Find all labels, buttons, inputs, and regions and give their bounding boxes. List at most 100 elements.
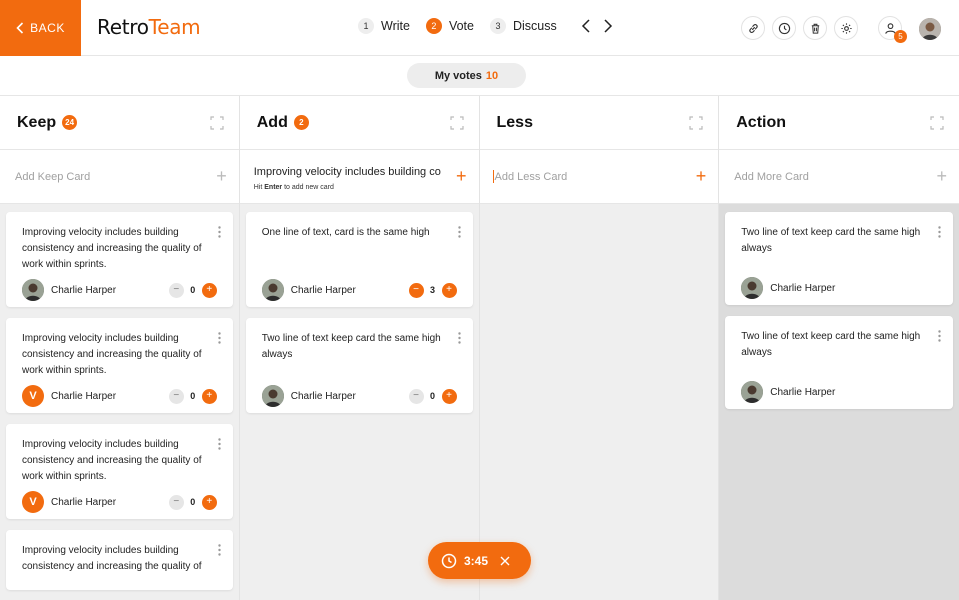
column-header: Less (479, 96, 719, 150)
toolbar (741, 16, 858, 40)
back-label: BACK (30, 21, 65, 35)
card[interactable]: One line of text, card is the same high … (245, 212, 473, 307)
card[interactable]: Two line of text keep card the same high… (725, 316, 953, 409)
more-vertical-icon[interactable] (938, 226, 941, 238)
my-votes-label: My votes (434, 69, 482, 82)
avatar: V (22, 385, 44, 407)
plus-icon[interactable]: + (216, 167, 227, 185)
card[interactable]: Improving velocity includes building con… (6, 212, 233, 307)
column-title: Keep (17, 113, 57, 131)
logo: RetroTeam (97, 15, 201, 39)
card-author: Charlie Harper (770, 282, 836, 294)
votes-bar: My votes 10 (0, 56, 959, 96)
card[interactable]: Two line of text keep card the same high… (725, 212, 953, 305)
close-icon[interactable] (500, 556, 510, 566)
chevron-right-icon[interactable] (603, 19, 613, 33)
more-vertical-icon[interactable] (457, 332, 461, 344)
add-card-row[interactable]: Add Less Card + (479, 150, 719, 204)
card[interactable]: Improving velocity includes building con… (6, 530, 233, 590)
step-number: 3 (489, 18, 506, 34)
vote-plus-button[interactable]: + (201, 282, 217, 298)
step-vote[interactable]: 2 Vote (425, 18, 474, 34)
vote-plus-button[interactable]: + (441, 282, 457, 298)
column-keep: Keep 24 Add Keep Card + Improving veloci… (0, 96, 240, 600)
more-vertical-icon[interactable] (218, 438, 221, 450)
step-label: Discuss (512, 19, 557, 33)
vote-count: 3 (429, 285, 435, 295)
link-icon (748, 23, 758, 33)
clock-icon (441, 553, 457, 568)
column-header: Keep 24 (0, 96, 239, 150)
expand-icon[interactable] (689, 116, 703, 130)
step-label: Write (381, 19, 410, 33)
link-button[interactable] (741, 16, 765, 40)
vote-plus-button[interactable]: + (201, 388, 217, 404)
card-text: One line of text, card is the same high (261, 227, 430, 238)
add-card-input[interactable]: Add Less Card (495, 171, 568, 183)
vote-count: 0 (190, 497, 196, 507)
plus-icon[interactable]: + (456, 167, 467, 185)
avatar (741, 277, 764, 299)
more-vertical-icon[interactable] (218, 226, 221, 238)
add-card-input[interactable]: Improving velocity includes building co (254, 166, 444, 178)
vote-control: − 0 + (168, 494, 217, 510)
participants-button[interactable]: 5 (878, 16, 907, 43)
more-vertical-icon[interactable] (218, 332, 221, 344)
vote-control: − 3 + (408, 282, 457, 298)
more-vertical-icon[interactable] (218, 544, 221, 556)
avatar (22, 279, 44, 301)
add-card-row[interactable]: Add More Card + (719, 150, 959, 204)
vote-control: − 0 + (168, 282, 217, 298)
settings-button[interactable] (834, 16, 858, 40)
more-vertical-icon[interactable] (938, 330, 941, 342)
vote-minus-button[interactable]: − (168, 494, 184, 510)
step-label: Vote (448, 19, 474, 33)
avatar (261, 385, 284, 407)
column-less: Less Add Less Card + (479, 96, 720, 600)
add-card-hint: Hit Enter to add new card (253, 184, 334, 191)
vote-minus-button[interactable]: − (408, 282, 424, 298)
plus-icon[interactable]: + (936, 167, 947, 185)
more-vertical-icon[interactable] (457, 226, 461, 238)
chevron-left-icon[interactable] (581, 19, 591, 33)
board: Keep 24 Add Keep Card + Improving veloci… (0, 96, 959, 600)
add-card-row[interactable]: Add Keep Card + (0, 150, 239, 204)
step-number: 2 (425, 18, 442, 34)
expand-icon[interactable] (210, 116, 224, 130)
add-card-row[interactable]: Improving velocity includes building co … (239, 150, 479, 204)
vote-minus-button[interactable]: − (408, 388, 424, 404)
top-bar: BACK RetroTeam 1 Write 2 Vote 3 Discuss (0, 0, 959, 56)
current-user-avatar[interactable] (919, 18, 941, 40)
vote-plus-button[interactable]: + (201, 494, 217, 510)
card[interactable]: Improving velocity includes building con… (6, 424, 233, 519)
text-caret (492, 170, 494, 183)
delete-button[interactable] (803, 16, 827, 40)
trash-icon (811, 23, 819, 34)
vote-minus-button[interactable]: − (168, 282, 184, 298)
column-add: Add 2 Improving velocity includes buildi… (239, 96, 480, 600)
add-card-input[interactable]: Add Keep Card (15, 171, 90, 183)
card-author: Charlie Harper (51, 284, 117, 296)
column-count-badge: 2 (293, 115, 309, 130)
column-title: Add (256, 113, 288, 131)
card-author: Charlie Harper (51, 496, 117, 508)
card[interactable]: Improving velocity includes building con… (6, 318, 233, 413)
expand-icon[interactable] (930, 116, 944, 130)
vote-minus-button[interactable]: − (168, 388, 184, 404)
card-text: Two line of text keep card the same high… (261, 333, 441, 360)
plus-icon[interactable]: + (696, 167, 707, 185)
column-action: Action Add More Card + Two line of text … (719, 96, 959, 600)
clock-icon (778, 22, 790, 34)
step-discuss[interactable]: 3 Discuss (489, 18, 557, 34)
vote-control: − 0 + (408, 388, 457, 404)
add-card-input[interactable]: Add More Card (734, 171, 809, 183)
timer-button[interactable] (772, 16, 796, 40)
avatar (261, 279, 284, 301)
back-button[interactable]: BACK (0, 0, 81, 56)
vote-count: 0 (429, 391, 435, 401)
step-write[interactable]: 1 Write (358, 18, 410, 34)
expand-icon[interactable] (449, 116, 464, 130)
vote-plus-button[interactable]: + (441, 388, 457, 404)
timer-pill[interactable]: 3:45 (428, 542, 531, 579)
card[interactable]: Two line of text keep card the same high… (245, 318, 473, 413)
